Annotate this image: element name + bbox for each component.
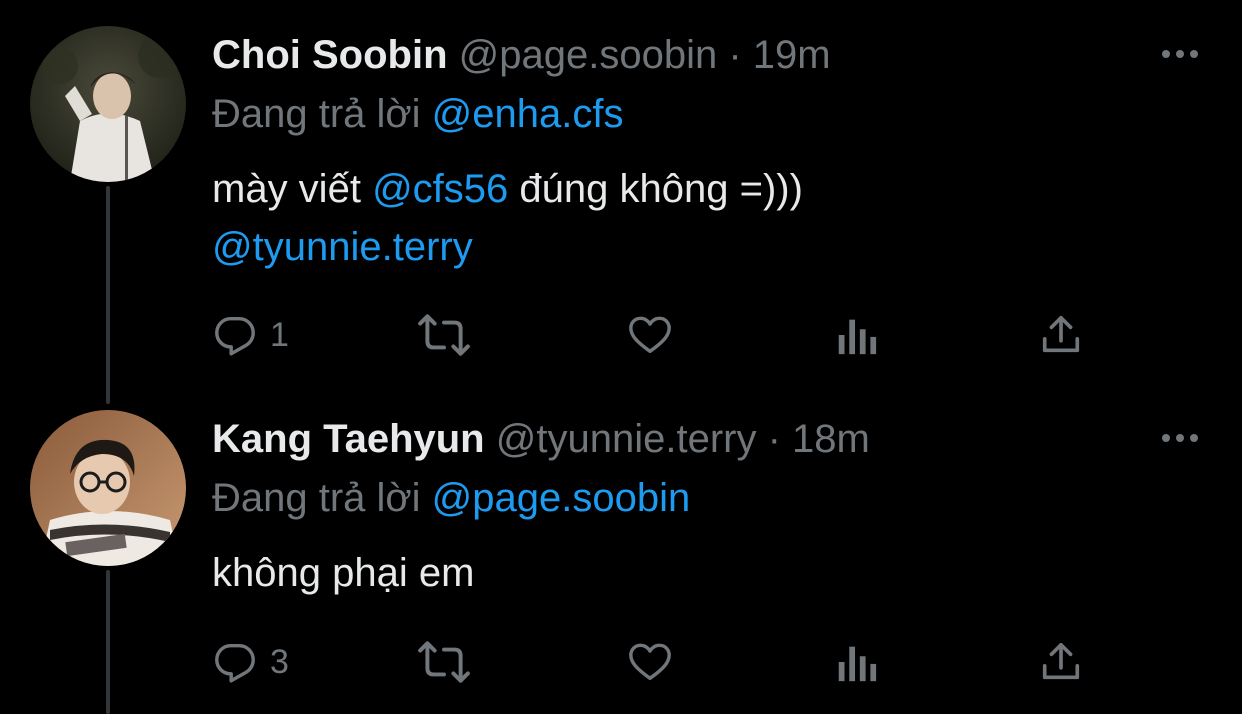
views-button[interactable] (834, 310, 878, 360)
user-handle[interactable]: @page.soobin (459, 33, 718, 77)
tweet-actions: 3 (212, 637, 1112, 687)
avatar[interactable] (30, 26, 186, 182)
replying-to: Đang trả lời @page.soobin (212, 474, 690, 522)
share-icon (1042, 315, 1080, 353)
heart-icon (629, 316, 671, 354)
heart-icon (629, 643, 671, 681)
more-icon (1162, 50, 1198, 58)
avatar[interactable] (30, 410, 186, 566)
reply-button[interactable]: 3 (212, 637, 289, 687)
tweet-text-part: đúng không =))) (519, 167, 803, 211)
replying-prefix: Đang trả lời (212, 476, 421, 520)
reply-icon (215, 316, 255, 356)
separator-dot: · (728, 33, 742, 77)
timestamp[interactable]: 18m (792, 417, 870, 461)
more-options-button[interactable] (1158, 428, 1202, 448)
tweet-text-part: mày viết (212, 167, 361, 211)
more-options-button[interactable] (1158, 44, 1202, 64)
tweet-text-part: không phại em (212, 551, 475, 595)
tweet-header: Kang Taehyun @tyunnie.terry · 18m (212, 415, 870, 463)
reply-icon (215, 643, 255, 683)
replying-to-mention[interactable]: @enha.cfs (432, 92, 624, 136)
more-icon (1162, 434, 1198, 442)
share-button[interactable] (1038, 637, 1084, 687)
timestamp[interactable]: 19m (753, 33, 831, 77)
display-name[interactable]: Choi Soobin (212, 33, 448, 77)
retweet-button[interactable] (417, 310, 471, 360)
avatar-photo (30, 410, 186, 566)
replying-to-mention[interactable]: @page.soobin (432, 476, 691, 520)
avatar-photo (30, 26, 186, 182)
separator-dot: · (767, 417, 781, 461)
views-icon (838, 319, 877, 355)
share-button[interactable] (1038, 310, 1084, 360)
replying-to: Đang trả lời @enha.cfs (212, 90, 624, 138)
replying-prefix: Đang trả lời (212, 92, 421, 136)
tweet-1[interactable]: Choi Soobin @page.soobin · 19m Đang trả … (0, 0, 1242, 400)
reply-count: 1 (270, 315, 289, 354)
display-name[interactable]: Kang Taehyun (212, 417, 485, 461)
mention-link[interactable]: @tyunnie.terry (212, 225, 473, 269)
tweet-header: Choi Soobin @page.soobin · 19m (212, 31, 831, 79)
tweet-text: không phại em (212, 544, 1192, 602)
like-button[interactable] (627, 310, 673, 360)
reply-button[interactable]: 1 (212, 310, 289, 360)
tweet-actions: 1 (212, 310, 1112, 360)
share-icon (1042, 642, 1080, 680)
views-icon (838, 646, 877, 682)
like-button[interactable] (627, 637, 673, 687)
retweet-icon (418, 641, 470, 683)
user-handle[interactable]: @tyunnie.terry (496, 417, 757, 461)
tweet-text: mày viết @cfs56 đúng không =))) @tyunnie… (212, 160, 1192, 276)
tweet-2[interactable]: Kang Taehyun @tyunnie.terry · 18m Đang t… (0, 400, 1242, 714)
mention-link[interactable]: @cfs56 (372, 167, 508, 211)
retweet-button[interactable] (417, 637, 471, 687)
views-button[interactable] (834, 637, 878, 687)
reply-count: 3 (270, 642, 289, 681)
retweet-icon (418, 314, 470, 356)
